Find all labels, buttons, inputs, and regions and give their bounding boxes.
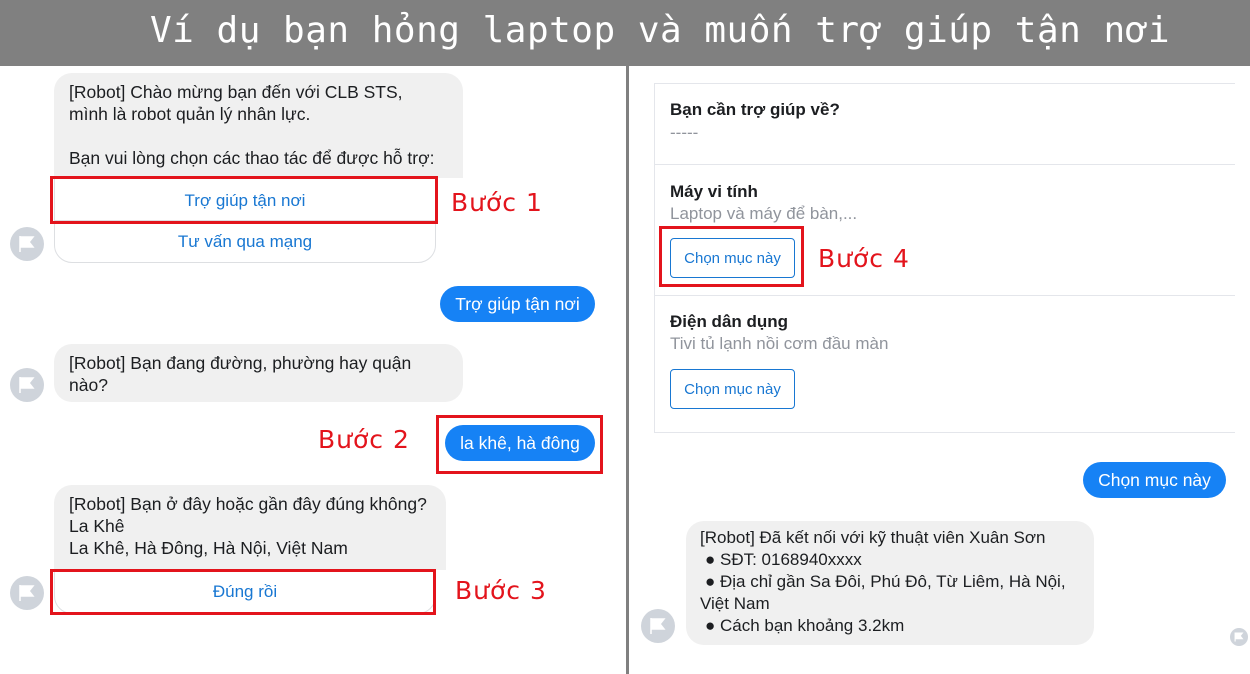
message-line: ● Cách bạn khoảng 3.2km — [705, 616, 905, 635]
message-line: Việt Nam — [700, 594, 770, 613]
banner-title: Ví dụ bạn hỏng laptop và muốn trợ giúp t… — [150, 10, 1170, 51]
card-header-title: Bạn cần trợ giúp về? — [670, 100, 840, 119]
flag-icon — [19, 585, 35, 601]
message-line: Bạn vui lòng chọn các thao tác để được h… — [69, 148, 435, 168]
step2-highlight — [436, 415, 603, 474]
panel-divider — [626, 66, 629, 674]
message-line: ● Địa chỉ gần Sa Đôi, Phú Đô, Từ Liêm, H… — [705, 572, 1066, 591]
step2-label: Bước 2 — [318, 425, 410, 454]
card-header-subtitle: ----- — [670, 123, 699, 142]
robot-ask-location: [Robot] Bạn đang đường, phường hay quận … — [54, 344, 463, 402]
category-title: Điện dân dụng — [670, 312, 789, 331]
robot-avatar — [10, 368, 44, 402]
flag-icon — [19, 236, 35, 252]
category-appliances: Điện dân dụng Tivi tủ lạnh nồi cơm đầu m… — [655, 296, 1235, 432]
message-line: [Robot] Bạn ở đây hoặc gần đây đúng khôn… — [69, 494, 427, 514]
flag-icon — [650, 618, 666, 634]
flag-icon — [1234, 632, 1244, 642]
robot-technician-message: [Robot] Đã kết nối với kỹ thuật viên Xuâ… — [686, 521, 1094, 645]
online-consult-button[interactable]: Tư vấn qua mạng — [55, 232, 435, 252]
step1-label: Bước 1 — [451, 188, 543, 217]
message-line: ● SĐT: 0168940xxxx — [705, 550, 862, 569]
message-line: La Khê, Hà Đông, Hà Nội, Việt Nam — [69, 538, 348, 558]
user-reply-onsite: Trợ giúp tận nơi — [440, 286, 595, 322]
message-line: [Robot] Bạn đang đường, phường hay quận — [69, 353, 412, 373]
robot-avatar — [641, 609, 675, 643]
select-appliances-button[interactable]: Chọn mục này — [670, 369, 795, 409]
seen-avatar — [1230, 628, 1248, 646]
flag-icon — [19, 377, 35, 393]
step3-label: Bước 3 — [455, 576, 547, 605]
title-banner: Ví dụ bạn hỏng laptop và muốn trợ giúp t… — [0, 0, 1250, 66]
message-line: [Robot] Đã kết nối với kỹ thuật viên Xuâ… — [700, 528, 1046, 547]
robot-avatar — [10, 227, 44, 261]
robot-confirm-location: [Robot] Bạn ở đây hoặc gần đây đúng khôn… — [54, 485, 446, 570]
category-title: Máy vi tính — [670, 182, 758, 201]
step4-highlight — [659, 226, 804, 287]
message-line: nào? — [69, 375, 108, 395]
step4-label: Bước 4 — [818, 244, 910, 273]
category-subtitle: Tivi tủ lạnh nồi cơm đầu màn — [670, 334, 889, 353]
robot-avatar — [10, 576, 44, 610]
robot-welcome-message: [Robot] Chào mừng bạn đến với CLB STS, m… — [54, 73, 463, 178]
category-subtitle: Laptop và máy để bàn,... — [670, 204, 858, 223]
user-reply-select: Chọn mục này — [1083, 462, 1226, 498]
step3-highlight — [50, 569, 436, 615]
message-line: La Khê — [69, 516, 125, 536]
message-line: mình là robot quản lý nhân lực. — [69, 104, 311, 124]
step1-highlight — [50, 176, 438, 224]
message-line: [Robot] Chào mừng bạn đến với CLB STS, — [69, 82, 403, 102]
card-header: Bạn cần trợ giúp về? ----- — [655, 84, 1235, 165]
